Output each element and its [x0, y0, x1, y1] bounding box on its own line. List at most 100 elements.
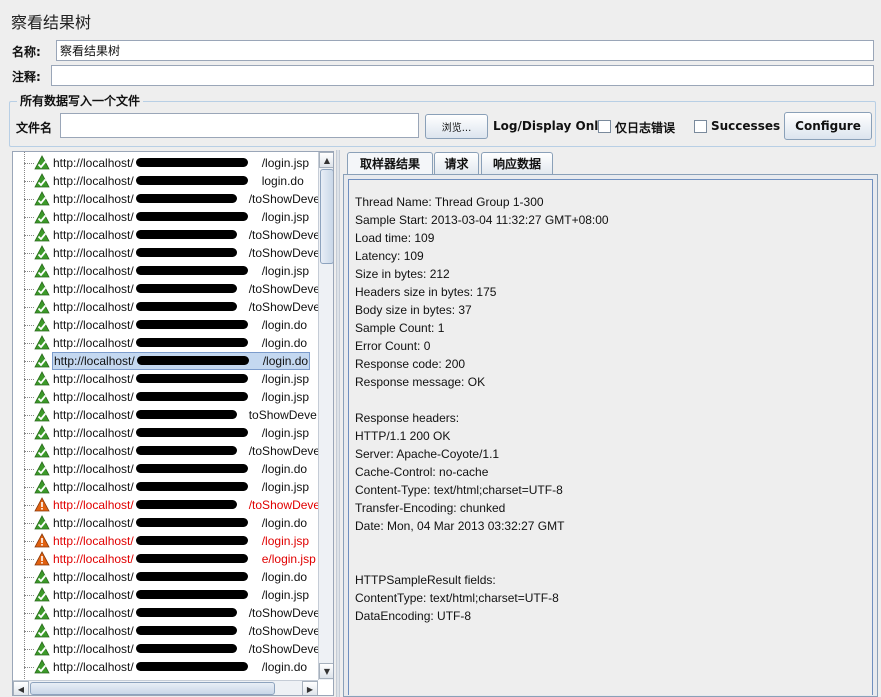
tree-connector: [24, 325, 34, 326]
scroll-thumb[interactable]: [320, 169, 333, 264]
tree-item-url-prefix: http://localhost/: [53, 570, 134, 584]
redaction-mark: [135, 428, 249, 437]
tree-item[interactable]: http://localhost/ /login.do: [13, 568, 319, 586]
tree-item[interactable]: http://localhost/ /login.jsp: [13, 262, 319, 280]
redacted-segment: [134, 499, 249, 509]
name-input[interactable]: [56, 40, 874, 61]
tree-item[interactable]: http://localhost/ /toShowDeve: [13, 622, 319, 640]
hscroll-thumb[interactable]: [30, 682, 275, 695]
tree-item-url-suffix: e/login.jsp: [261, 552, 316, 566]
result-line: HTTP/1.1 200 OK: [355, 429, 451, 443]
tree-item[interactable]: http://localhost/ /toShowDeve: [13, 298, 319, 316]
tree-item[interactable]: http://localhost/ /login.do: [13, 316, 319, 334]
redacted-segment: [134, 625, 249, 635]
tree-item[interactable]: http://localhost/ /toShowDeve: [13, 280, 319, 298]
comment-label: 注释:: [12, 70, 41, 84]
tree-item[interactable]: http://localhost/ /login.jsp: [13, 154, 319, 172]
tree-item-label: http://localhost/ /login.jsp: [52, 389, 310, 405]
sampler-result-text[interactable]: Thread Name: Thread Group 1-300 Sample St…: [348, 179, 873, 695]
success-icon: [34, 389, 50, 405]
scroll-right-icon[interactable]: ▶: [302, 681, 318, 695]
tree-item-label: http://localhost/ /toShowDeve: [52, 281, 319, 297]
tree-item-label: http://localhost/ /login.jsp: [52, 587, 310, 603]
tree-item-label: http://localhost/ /login.jsp: [52, 371, 310, 387]
tab-request[interactable]: 请求: [434, 152, 479, 174]
warning-icon: [34, 497, 50, 513]
tree-horizontal-scrollbar[interactable]: ◀ ▶: [13, 680, 318, 695]
filename-input[interactable]: [60, 113, 419, 138]
redacted-segment: [134, 643, 249, 653]
tree-item-url-suffix: /login.do: [261, 318, 308, 332]
log-display-label: Log/Display Only:: [493, 119, 611, 133]
tree-item[interactable]: http://localhost/ /login.jsp: [13, 478, 319, 496]
tree-connector: [24, 667, 34, 668]
success-icon: [34, 173, 50, 189]
tree-item[interactable]: http://localhost/ /login.do: [13, 352, 319, 370]
scroll-up-icon[interactable]: ▲: [319, 152, 333, 168]
redaction-mark: [135, 518, 249, 527]
tree-connector: [24, 217, 34, 218]
tree-connector: [24, 451, 34, 452]
tree-connector: [24, 433, 34, 434]
tree-item[interactable]: http://localhost/ /login.jsp: [13, 208, 319, 226]
redacted-segment: [134, 409, 249, 419]
tree-item[interactable]: http://localhost/ /login.jsp: [13, 532, 319, 550]
success-icon: [34, 209, 50, 225]
tab-response-data[interactable]: 响应数据: [481, 152, 553, 174]
tree-item-url-suffix: /login.jsp: [261, 264, 310, 278]
tree-item[interactable]: http://localhost/toShowDeve: [13, 406, 319, 424]
tree-item[interactable]: http://localhost/ /login.jsp: [13, 424, 319, 442]
success-icon: [34, 353, 50, 369]
tree-connector: [24, 523, 34, 524]
tree-item-url-prefix: http://localhost/: [53, 228, 134, 242]
pane-splitter[interactable]: [336, 150, 340, 697]
tree-item[interactable]: http://localhost/e/login.jsp: [13, 550, 319, 568]
result-line: Latency: 109: [355, 249, 424, 263]
tab-sampler-result[interactable]: 取样器结果: [347, 152, 433, 174]
tree-item[interactable]: http://localhost/ /login.jsp: [13, 388, 319, 406]
tree-item[interactable]: http://localhost/ /toShowDeve: [13, 442, 319, 460]
browse-button[interactable]: 浏览...: [425, 114, 488, 139]
tree-item-url-prefix: http://localhost/: [53, 426, 134, 440]
redaction-mark: [135, 374, 249, 383]
tree-item[interactable]: http://localhost/ /toShowDeve: [13, 190, 319, 208]
tree-item[interactable]: http://localhost/ /toShowDeve: [13, 244, 319, 262]
result-line: HTTPSampleResult fields:: [355, 573, 496, 587]
tree-item-url-suffix: /login.do: [261, 462, 308, 476]
tree-item[interactable]: http://localhost/ /login.do: [13, 334, 319, 352]
redacted-segment: [134, 175, 262, 185]
tree-item-url-suffix: /login.jsp: [261, 156, 310, 170]
successes-label: Successes: [711, 119, 781, 133]
tree-item[interactable]: http://localhost/ /toShowDeve: [13, 226, 319, 244]
redacted-segment: [134, 319, 262, 329]
tree-item[interactable]: http://localhost/ /toShowDeve: [13, 604, 319, 622]
configure-button[interactable]: Configure: [784, 112, 872, 140]
tree-item-url-prefix: http://localhost/: [53, 606, 134, 620]
success-icon: [34, 623, 50, 639]
tree-item-url-suffix: /toShowDeve: [248, 228, 319, 242]
comment-input[interactable]: [51, 65, 874, 86]
tree-item[interactable]: http://localhost/ /toShowDeve: [13, 640, 319, 658]
tree-vertical-scrollbar[interactable]: ▲ ▼: [318, 152, 333, 680]
tree-item-url-prefix: http://localhost/: [53, 282, 134, 296]
tree-item[interactable]: http://localhost/ /login.do: [13, 514, 319, 532]
tree-item-label: http://localhost/ /toShowDeve: [52, 623, 319, 639]
redaction-mark: [135, 536, 249, 545]
tree-item[interactable]: http://localhost/ /login.do: [13, 460, 319, 478]
scroll-left-icon[interactable]: ◀: [13, 681, 29, 695]
tree-item-url-prefix: http://localhost/: [53, 498, 134, 512]
scroll-down-icon[interactable]: ▼: [319, 663, 333, 679]
redaction-mark: [135, 266, 249, 275]
tree-item-url-prefix: http://localhost/: [53, 390, 134, 404]
successes-checkbox[interactable]: [694, 120, 707, 133]
result-tree[interactable]: http://localhost//login.jsp http://localh…: [12, 151, 334, 696]
tree-item[interactable]: http://localhost/login.do: [13, 172, 319, 190]
tree-item[interactable]: http://localhost/ /login.do: [13, 658, 319, 676]
tree-item[interactable]: http://localhost/ /login.jsp: [13, 586, 319, 604]
tree-item[interactable]: http://localhost/ /login.jsp: [13, 370, 319, 388]
success-icon: [34, 659, 50, 675]
tree-item[interactable]: http://localhost/ /toShowDeve: [13, 496, 319, 514]
tree-item-label: http://localhost/ /toShowDeve: [52, 443, 319, 459]
errors-only-checkbox[interactable]: [598, 120, 611, 133]
tree-item-label: http://localhost/ /login.do: [52, 515, 308, 531]
